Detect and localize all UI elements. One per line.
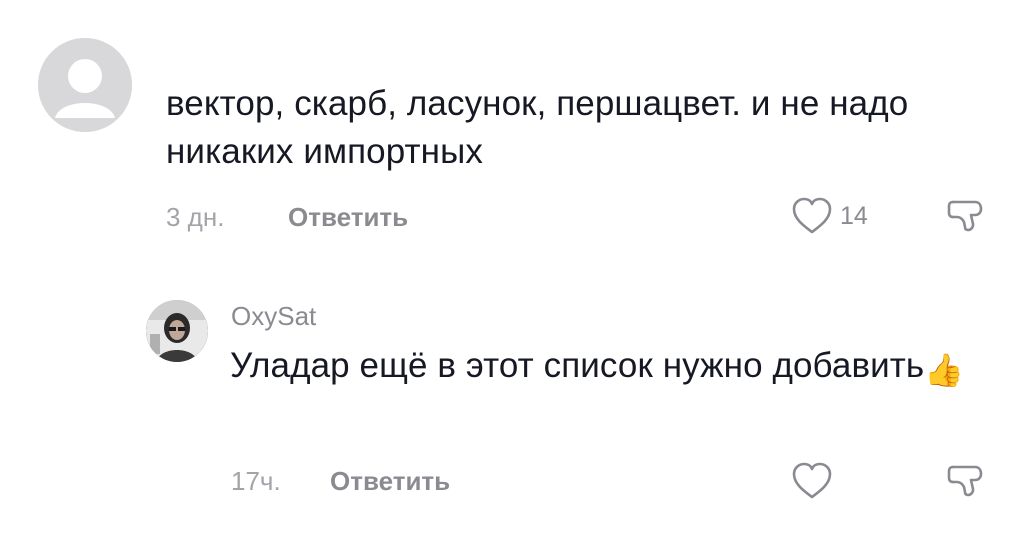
avatar-photo	[146, 300, 208, 362]
like-button[interactable]	[790, 461, 840, 501]
comment-text: вектор, скарб, ласунок, першацвет. и не …	[166, 84, 909, 171]
default-avatar[interactable]	[38, 38, 132, 132]
reply-button[interactable]: Ответить	[330, 465, 450, 497]
comment-text: Уладар ещё в этот список нужно добавить👍	[230, 342, 990, 394]
comment-text-body: Уладар ещё в этот список нужно добавить	[230, 346, 925, 385]
comment-username[interactable]: OxySat	[231, 300, 316, 332]
like-count: 14	[840, 202, 868, 230]
comment-timestamp: 17ч.	[231, 466, 281, 496]
default-avatar-icon	[38, 38, 132, 132]
like-button[interactable]: 14	[790, 196, 868, 236]
dislike-button[interactable]	[945, 196, 989, 245]
thumbs-down-icon	[947, 200, 983, 232]
reply-button[interactable]: Ответить	[288, 201, 408, 233]
thumbs-up-emoji: 👍	[924, 352, 965, 388]
heart-icon	[792, 462, 832, 499]
heart-icon	[792, 197, 832, 234]
thumbs-down-icon	[947, 465, 983, 497]
comment-timestamp: 3 дн.	[166, 202, 225, 232]
dislike-button[interactable]	[945, 461, 989, 510]
user-avatar[interactable]	[146, 300, 208, 362]
